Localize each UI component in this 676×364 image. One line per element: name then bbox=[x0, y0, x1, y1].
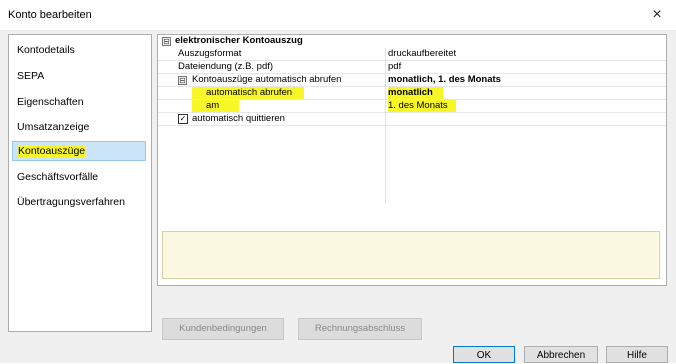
sidebar-item-label: Kontodetails bbox=[17, 44, 75, 56]
property-row-dateiendung[interactable]: Dateiendung (z.B. pdf) pdf bbox=[158, 61, 666, 74]
button-label: Kundenbedingungen bbox=[179, 323, 267, 334]
kundenbedingungen-button[interactable]: Kundenbedingungen bbox=[162, 318, 284, 340]
close-icon[interactable]: × bbox=[646, 4, 668, 26]
sidebar-item-uebertragungsverfahren[interactable]: Übertragungsverfahren bbox=[12, 192, 146, 212]
property-name: Dateiendung (z.B. pdf) bbox=[178, 61, 274, 72]
sidebar-item-kontodetails[interactable]: Kontodetails bbox=[12, 40, 146, 60]
property-value[interactable]: pdf bbox=[388, 61, 401, 73]
window-title: Konto bearbeiten bbox=[8, 9, 92, 21]
sidebar-item-geschaeftsvorfaelle[interactable]: Geschäftsvorfälle bbox=[12, 167, 146, 187]
sidebar-item-kontoauszuege[interactable]: Kontoauszüge bbox=[12, 141, 146, 161]
rechnungsabschluss-button[interactable]: Rechnungsabschluss bbox=[298, 318, 422, 340]
section-header: ⊟ elektronischer Kontoauszug bbox=[158, 35, 666, 48]
property-row-am[interactable]: am 1. des Monats bbox=[158, 100, 666, 113]
sidebar-item-label: Umsatzanzeige bbox=[17, 121, 90, 133]
property-name: automatisch quittieren bbox=[192, 113, 285, 124]
sidebar-nav: Kontodetails SEPA Eigenschaften Umsatzan… bbox=[8, 34, 152, 332]
property-value[interactable]: monatlich, 1. des Monats bbox=[388, 74, 501, 86]
title-bar: Konto bearbeiten × bbox=[0, 0, 676, 30]
collapse-toggle-icon[interactable]: ⊟ bbox=[162, 37, 171, 46]
property-name: Auszugsformat bbox=[178, 48, 242, 59]
sidebar-item-label: Geschäftsvorfälle bbox=[17, 171, 99, 183]
property-name: am bbox=[192, 100, 240, 112]
collapse-toggle-icon[interactable]: ⊟ bbox=[178, 76, 187, 85]
property-value[interactable]: monatlich bbox=[388, 87, 443, 99]
property-value[interactable]: druckaufbereitet bbox=[388, 48, 456, 60]
property-row-automatisch-abrufen[interactable]: automatisch abrufen monatlich bbox=[158, 87, 666, 100]
property-value[interactable]: 1. des Monats bbox=[388, 100, 456, 112]
cancel-button[interactable]: Abbrechen bbox=[524, 346, 598, 363]
sidebar-item-label: Kontoauszüge bbox=[18, 145, 86, 157]
button-label: Rechnungsabschluss bbox=[314, 323, 406, 334]
property-name: automatisch abrufen bbox=[192, 87, 305, 99]
checkbox-automatisch-quittieren[interactable]: ✓ bbox=[178, 114, 188, 124]
sidebar-item-label: Übertragungsverfahren bbox=[17, 196, 125, 208]
sidebar-item-label: Eigenschaften bbox=[17, 96, 84, 108]
sidebar-item-sepa[interactable]: SEPA bbox=[12, 66, 146, 86]
column-divider bbox=[385, 48, 386, 203]
dialog-body: Kontodetails SEPA Eigenschaften Umsatzan… bbox=[0, 30, 676, 363]
sidebar-item-label: SEPA bbox=[17, 70, 45, 82]
sidebar-item-umsatzanzeige[interactable]: Umsatzanzeige bbox=[12, 117, 146, 137]
sidebar-item-eigenschaften[interactable]: Eigenschaften bbox=[12, 92, 146, 112]
property-name: Kontoauszüge automatisch abrufen bbox=[192, 74, 342, 85]
property-row-quittieren[interactable]: ✓ automatisch quittieren bbox=[158, 113, 666, 126]
property-grid: ⊟ elektronischer Kontoauszug Auszugsform… bbox=[157, 34, 667, 286]
property-row-auszugsformat[interactable]: Auszugsformat druckaufbereitet bbox=[158, 48, 666, 61]
ok-button[interactable]: OK bbox=[453, 346, 515, 363]
help-button[interactable]: Hilfe bbox=[606, 346, 668, 363]
property-row-automatisch-abrufen-group[interactable]: ⊟ Kontoauszüge automatisch abrufen monat… bbox=[158, 74, 666, 87]
description-panel bbox=[162, 231, 660, 279]
section-title: elektronischer Kontoauszug bbox=[175, 35, 303, 46]
